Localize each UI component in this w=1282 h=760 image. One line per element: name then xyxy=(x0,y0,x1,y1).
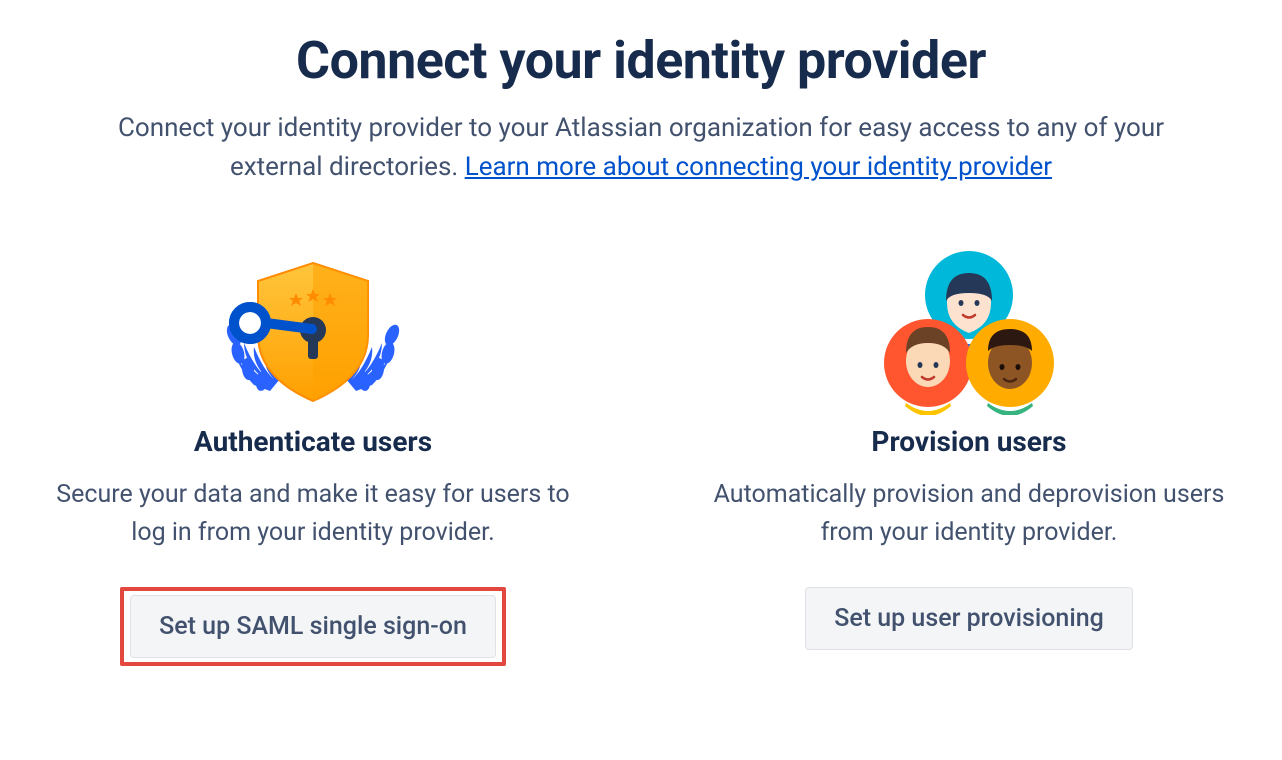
option-cards: Authenticate users Secure your data and … xyxy=(51,245,1231,666)
provision-title: Provision users xyxy=(871,425,1066,458)
people-avatars-icon xyxy=(864,245,1074,415)
shield-key-laurel-icon xyxy=(208,245,418,415)
page-subtitle: Connect your identity provider to your A… xyxy=(99,109,1183,187)
provision-card: Provision users Automatically provision … xyxy=(649,245,1282,666)
authenticate-desc: Secure your data and make it easy for us… xyxy=(43,476,583,551)
provision-desc: Automatically provision and deprovision … xyxy=(699,476,1239,551)
page-title: Connect your identity provider xyxy=(51,30,1231,91)
learn-more-link[interactable]: Learn more about connecting your identit… xyxy=(465,152,1052,182)
saml-button-highlight: Set up SAML single sign-on xyxy=(120,587,506,666)
setup-provisioning-button[interactable]: Set up user provisioning xyxy=(805,587,1133,650)
identity-provider-page: Connect your identity provider Connect y… xyxy=(51,30,1231,666)
authenticate-title: Authenticate users xyxy=(194,425,432,458)
setup-saml-button[interactable]: Set up SAML single sign-on xyxy=(130,595,496,658)
authenticate-card: Authenticate users Secure your data and … xyxy=(0,245,633,666)
